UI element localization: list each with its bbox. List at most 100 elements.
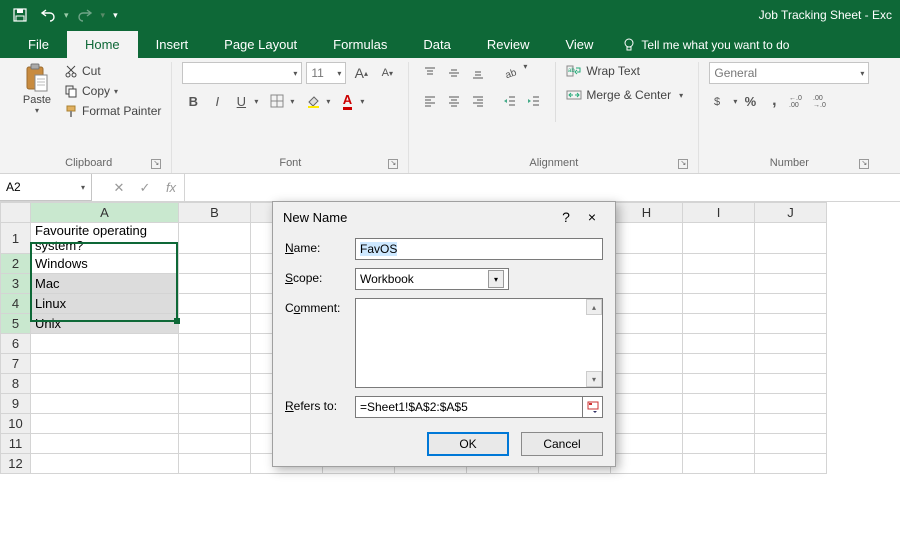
cell[interactable]	[179, 223, 251, 254]
cell[interactable]	[611, 223, 683, 254]
font-color-button[interactable]: A	[336, 90, 358, 112]
cell[interactable]	[611, 434, 683, 454]
collapse-dialog-icon[interactable]	[583, 396, 603, 418]
orientation-icon[interactable]: ab	[499, 62, 521, 84]
name-box[interactable]: A2▾	[0, 174, 92, 201]
fill-dropdown-icon[interactable]: ▾	[326, 97, 330, 106]
borders-button[interactable]	[266, 90, 288, 112]
row-header[interactable]: 6	[1, 334, 31, 354]
align-top-icon[interactable]	[419, 62, 441, 84]
font-launcher-icon[interactable]: ↘	[388, 159, 398, 169]
row-header[interactable]: 9	[1, 394, 31, 414]
cell[interactable]	[179, 334, 251, 354]
underline-button[interactable]: U	[230, 90, 252, 112]
cell[interactable]	[683, 414, 755, 434]
row-header[interactable]: 3	[1, 274, 31, 294]
cell[interactable]	[31, 374, 179, 394]
format-painter-button[interactable]: Format Painter	[64, 102, 161, 120]
decrease-font-icon[interactable]: A▾	[376, 62, 398, 84]
cell[interactable]	[31, 334, 179, 354]
redo-icon[interactable]	[73, 3, 97, 27]
cell[interactable]	[683, 354, 755, 374]
cell[interactable]	[179, 414, 251, 434]
cut-button[interactable]: Cut	[64, 62, 161, 80]
decrease-decimal-icon[interactable]: .00→.0	[811, 90, 833, 112]
increase-font-icon[interactable]: A▴	[350, 62, 372, 84]
cell[interactable]	[755, 223, 827, 254]
cell[interactable]	[683, 294, 755, 314]
cell[interactable]	[683, 334, 755, 354]
percent-format-icon[interactable]: %	[739, 90, 761, 112]
cell[interactable]	[755, 374, 827, 394]
row-header[interactable]: 8	[1, 374, 31, 394]
cell[interactable]	[755, 314, 827, 334]
tab-page-layout[interactable]: Page Layout	[206, 31, 315, 58]
row-header[interactable]: 11	[1, 434, 31, 454]
clipboard-launcher-icon[interactable]: ↘	[151, 159, 161, 169]
cell[interactable]	[683, 314, 755, 334]
cell[interactable]	[611, 354, 683, 374]
chevron-down-icon[interactable]: ▾	[488, 270, 504, 288]
row-header[interactable]: 2	[1, 254, 31, 274]
cell[interactable]	[755, 294, 827, 314]
increase-decimal-icon[interactable]: ←.0.00	[787, 90, 809, 112]
cell[interactable]	[611, 374, 683, 394]
cell[interactable]	[31, 354, 179, 374]
cell[interactable]	[755, 254, 827, 274]
dialog-close-button[interactable]: ×	[579, 206, 605, 228]
select-all-corner[interactable]	[1, 203, 31, 223]
number-format-combo[interactable]: General▾	[709, 62, 869, 84]
formula-input[interactable]	[185, 174, 900, 201]
cell[interactable]	[179, 294, 251, 314]
increase-indent-icon[interactable]	[523, 90, 545, 112]
font-size-combo[interactable]: 11▾	[306, 62, 346, 84]
cell[interactable]	[179, 274, 251, 294]
scroll-up-icon[interactable]: ▴	[586, 299, 602, 315]
accounting-dropdown-icon[interactable]: ▾	[733, 97, 737, 106]
row-header[interactable]: 1	[1, 223, 31, 254]
cell[interactable]	[31, 414, 179, 434]
cell[interactable]	[611, 454, 683, 474]
align-middle-icon[interactable]	[443, 62, 465, 84]
tab-home[interactable]: Home	[67, 31, 138, 58]
cell[interactable]	[683, 454, 755, 474]
row-header[interactable]: 12	[1, 454, 31, 474]
cell[interactable]	[755, 274, 827, 294]
cell[interactable]	[179, 434, 251, 454]
scope-select[interactable]: Workbook ▾	[355, 268, 509, 290]
font-color-dropdown-icon[interactable]: ▾	[360, 97, 364, 106]
cell[interactable]: Unix	[31, 314, 179, 334]
cell[interactable]	[31, 434, 179, 454]
column-header[interactable]: H	[611, 203, 683, 223]
cell[interactable]	[179, 254, 251, 274]
cell[interactable]	[179, 314, 251, 334]
cell[interactable]	[755, 334, 827, 354]
tell-me-search[interactable]: Tell me what you want to do	[611, 32, 801, 58]
cell[interactable]	[611, 414, 683, 434]
row-header[interactable]: 10	[1, 414, 31, 434]
align-left-icon[interactable]	[419, 90, 441, 112]
cell[interactable]: Favourite operating system?	[31, 223, 179, 254]
copy-dropdown-icon[interactable]: ▾	[114, 87, 118, 96]
undo-dropdown-icon[interactable]: ▾	[64, 10, 69, 21]
qat-customize-icon[interactable]: ▾	[113, 10, 118, 21]
merge-dropdown-icon[interactable]: ▾	[679, 91, 683, 100]
borders-dropdown-icon[interactable]: ▾	[290, 97, 294, 106]
cell[interactable]	[611, 394, 683, 414]
cell[interactable]	[683, 254, 755, 274]
cell[interactable]	[683, 394, 755, 414]
column-header[interactable]: J	[755, 203, 827, 223]
row-header[interactable]: 7	[1, 354, 31, 374]
cell[interactable]	[611, 314, 683, 334]
number-launcher-icon[interactable]: ↘	[859, 159, 869, 169]
cell[interactable]	[683, 274, 755, 294]
cell[interactable]	[611, 274, 683, 294]
cell[interactable]	[179, 454, 251, 474]
undo-icon[interactable]	[36, 3, 60, 27]
cell[interactable]	[179, 374, 251, 394]
tab-insert[interactable]: Insert	[138, 31, 207, 58]
copy-button[interactable]: Copy ▾	[64, 82, 161, 100]
cell[interactable]	[611, 254, 683, 274]
font-name-combo[interactable]: ▾	[182, 62, 302, 84]
comment-textarea[interactable]: ▴ ▾	[355, 298, 603, 388]
